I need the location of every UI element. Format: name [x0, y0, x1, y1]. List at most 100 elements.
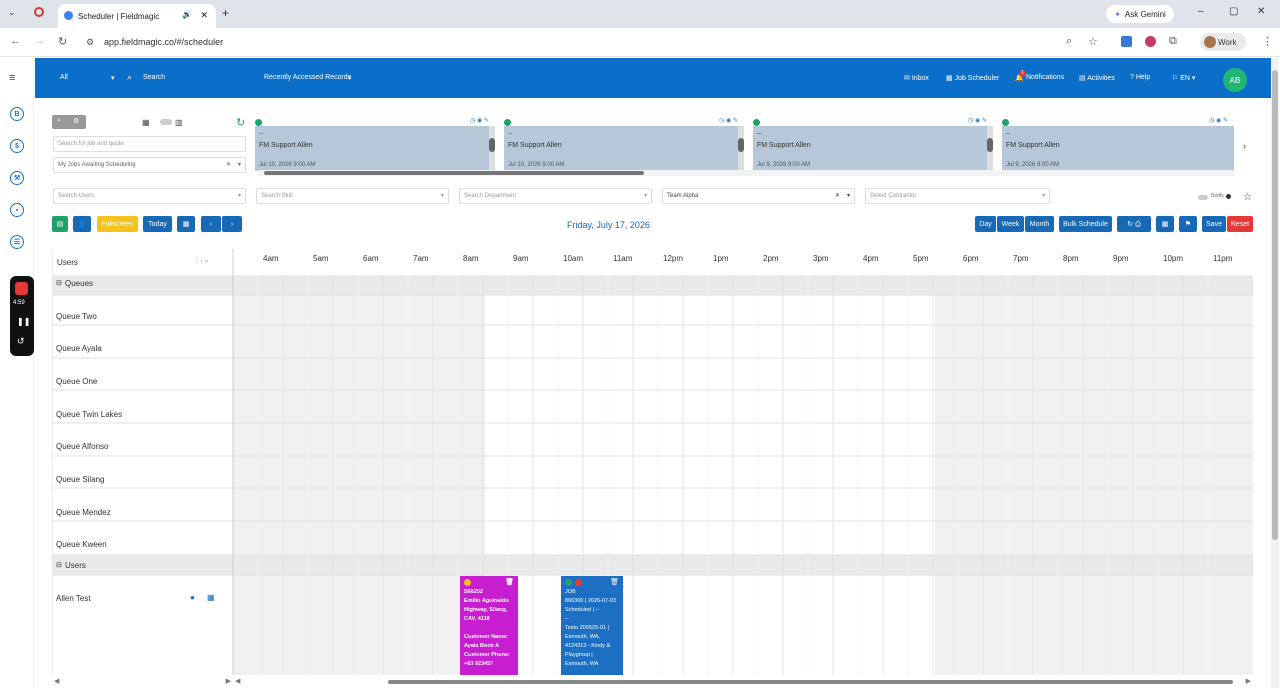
tab-search-icon[interactable]: ⌄ [8, 7, 16, 18]
chevron-down-icon[interactable]: ▾ [348, 74, 352, 82]
briefcase-icon[interactable]: ▪ [10, 203, 24, 217]
forward-icon[interactable]: → [34, 35, 45, 47]
hamburger-icon[interactable]: ≡ [9, 72, 15, 84]
cards-scrollbar[interactable] [258, 170, 1234, 176]
reload-icon[interactable]: ↻ [58, 35, 67, 48]
unscheduled-job-card[interactable]: ◷ ◉ ✎ -- FM Support Allen Jul 10, 2026 9… [255, 116, 495, 171]
user-button[interactable]: 👤 [73, 216, 91, 232]
today-button[interactable]: Today [143, 216, 172, 232]
unscheduled-job-card[interactable]: ◷ ◉ ✎ -- FM Support Allen Jul 9, 2026 9:… [753, 116, 993, 171]
help-link[interactable]: Help [1136, 74, 1150, 81]
browser-menu-icon[interactable]: ⋮ [1262, 35, 1273, 48]
card-actions-icon[interactable]: ◷ ◉ ✎ [470, 117, 489, 124]
grid-scrollbar[interactable]: ◀ ▶ [233, 678, 1253, 686]
prev-button[interactable]: ‹ [201, 216, 221, 232]
refresh-icon[interactable]: ↻ [236, 116, 245, 129]
day-view-button[interactable]: Day [975, 216, 996, 232]
save-button[interactable]: Save [1202, 216, 1226, 232]
extensions-puzzle-icon[interactable]: ⧉ [1169, 35, 1177, 48]
notify-toggle[interactable] [1198, 195, 1208, 200]
wrench-icon[interactable]: ⚒ [10, 171, 24, 185]
map-icon[interactable]: ▦ [207, 593, 215, 602]
column-nav-icon[interactable]: ‹ › » [196, 258, 208, 265]
next-button[interactable]: › [222, 216, 242, 232]
site-info-icon[interactable]: ⚙ [86, 37, 94, 48]
card-scrollbar[interactable] [987, 126, 993, 171]
bookmark-icon[interactable]: ☆ [1088, 35, 1098, 48]
export-button[interactable]: ▤ [52, 216, 68, 232]
job-scheduler-link[interactable]: Job Scheduler [955, 75, 1000, 82]
scope-select[interactable]: All [60, 74, 68, 81]
view-toggle[interactable] [160, 119, 172, 125]
trash-icon[interactable]: 🗑 [610, 578, 619, 587]
bulk-schedule-button[interactable]: Bulk Schedule [1059, 216, 1112, 232]
new-tab-icon[interactable]: + [222, 6, 229, 20]
list-icon[interactable]: ☰ [10, 235, 24, 249]
extension-icon[interactable] [1121, 36, 1132, 47]
inbox-link[interactable]: Inbox [912, 75, 929, 82]
collapse-icon[interactable]: ⊟ [56, 279, 62, 287]
card-actions-icon[interactable]: ◷ ◉ ✎ [719, 117, 738, 124]
week-view-button[interactable]: Week [997, 216, 1024, 232]
ask-gemini-button[interactable]: ✦ Ask Gemini [1106, 5, 1174, 23]
close-tab-icon[interactable]: ✕ [200, 10, 208, 21]
unscheduled-job-card[interactable]: ◷ ◉ ✎ -- FM Support Allen Jul 9, 2026 9:… [1002, 116, 1234, 171]
profile-button[interactable]: Work [1200, 33, 1246, 51]
restart-icon[interactable]: ↺ [17, 336, 25, 347]
contractor-select[interactable]: Select Contractor ▾ [865, 188, 1050, 204]
close-window-icon[interactable]: ✕ [1257, 6, 1265, 17]
browser-tab[interactable]: Scheduler | Fieldmagic 🔊 ✕ [58, 4, 216, 28]
card-scrollbar[interactable] [489, 126, 495, 171]
recent-records-dropdown[interactable]: Recently Accessed Records [264, 74, 351, 81]
fullscreen-button[interactable]: Fullscreen [97, 216, 138, 232]
stop-record-icon[interactable] [15, 282, 28, 295]
team-select[interactable]: Team Alpha ✕ ▾ [662, 188, 855, 204]
pause-icon[interactable]: ❚❚ [17, 317, 30, 326]
language-select[interactable]: EN [1180, 75, 1190, 82]
notifications-link[interactable]: Notifications [1026, 74, 1064, 81]
record-icon[interactable] [34, 7, 44, 17]
scheduled-job-block[interactable]: 🗑 JOB 866300 | 2026-07-03 Scheduled | --… [561, 576, 623, 675]
reset-button[interactable]: Reset [1227, 216, 1253, 232]
sound-icon[interactable]: 🔊 [182, 10, 192, 19]
card-scrollbar[interactable] [738, 126, 744, 171]
jobs-filter-select[interactable]: My Jobs Awaiting Scheduling ✕ ▾ [53, 157, 246, 173]
global-search-input[interactable]: Search [143, 74, 165, 81]
calendar-button[interactable]: ▦ [177, 216, 195, 232]
url-text[interactable]: app.fieldmagic.co/#/scheduler [104, 37, 223, 47]
b-icon[interactable]: B [10, 107, 24, 121]
user-avatar[interactable]: AB [1223, 68, 1247, 92]
zoom-icon[interactable]: ⌕ [1066, 35, 1072, 48]
extension-icon[interactable] [1145, 36, 1156, 47]
search-department-select[interactable]: Search Department ▾ [459, 188, 652, 204]
chevron-down-icon[interactable]: ▾ [111, 74, 115, 82]
card-actions-icon[interactable]: ◷ ◉ ✎ [1209, 117, 1228, 124]
minimize-icon[interactable]: – [1198, 6, 1204, 17]
list-view-icon[interactable]: ▥ [175, 118, 183, 127]
unscheduled-job-card[interactable]: ◷ ◉ ✎ -- FM Support Allen Jul 10, 2026 9… [504, 116, 744, 171]
calendar-icon-button[interactable]: ▦ [1156, 216, 1174, 232]
grid-view-icon[interactable]: ▦ [142, 118, 150, 127]
activities-link[interactable]: Activities [1087, 75, 1115, 82]
map-button[interactable]: ⚑ [1179, 216, 1197, 232]
location-pin-icon[interactable]: ● [190, 593, 195, 602]
chevron-down-icon[interactable]: ▾ [238, 161, 241, 168]
back-icon[interactable]: ← [10, 35, 21, 47]
maximize-icon[interactable]: ▢ [1229, 6, 1238, 17]
trash-icon[interactable]: 🗑 [505, 578, 514, 587]
labels-scrollbar[interactable]: ◀ ▶ [52, 678, 233, 686]
dollar-icon[interactable]: $ [10, 139, 24, 153]
sync-button[interactable]: ↻ ⎙ [1117, 216, 1151, 232]
month-view-button[interactable]: Month [1025, 216, 1054, 232]
search-skill-select[interactable]: Search Skill ▾ [256, 188, 449, 204]
search-users-select[interactable]: Search Users ▾ [53, 188, 246, 204]
star-icon[interactable]: ☆ [1243, 192, 1252, 203]
clear-icon[interactable]: ✕ [226, 161, 231, 168]
card-actions-icon[interactable]: ◷ ◉ ✎ [968, 117, 987, 124]
gear-icon[interactable]: ⚙ [73, 117, 79, 125]
page-scrollbar[interactable] [1271, 58, 1279, 688]
chevron-right-icon[interactable]: › [1243, 141, 1246, 151]
collapse-icon[interactable]: ⊟ [56, 561, 62, 569]
job-search-input[interactable]: Search for job and quote [53, 136, 246, 152]
scheduled-job-block[interactable]: 🗑 S66202 Emilio Aguinaldo Highway, Silan… [460, 576, 518, 675]
